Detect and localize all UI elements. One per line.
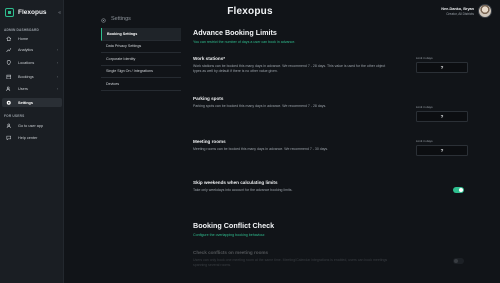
chevron-right-icon: › xyxy=(56,60,58,65)
settings-submenu: Booking Settings Data Privacy Settings C… xyxy=(101,28,181,91)
section-label-admin: ADMIN DASHBOARD xyxy=(4,28,40,32)
setting-work-stations: Work stations* Work stations can be book… xyxy=(193,56,468,73)
chevron-right-icon: › xyxy=(56,47,58,52)
main-content: Advance Booking Limits You can restrict … xyxy=(193,28,468,267)
submenu-booking-settings[interactable]: Booking Settings xyxy=(101,28,181,41)
analytics-icon xyxy=(6,47,12,53)
avatar[interactable] xyxy=(478,4,492,18)
setting-title: Check conflicts on meeting rooms xyxy=(193,250,269,255)
sidebar-item-label: Help center xyxy=(18,135,38,140)
advance-section-title: Advance Booking Limits xyxy=(193,28,277,37)
setting-description: Parking spots can be booked this many da… xyxy=(193,104,327,108)
submenu-sso-integrations[interactable]: Single Sign On / Integrations xyxy=(101,66,181,78)
limit-label: Limit in days xyxy=(416,139,433,143)
breadcrumb-label: Settings xyxy=(111,16,131,22)
conflict-section-title: Booking Conflict Check xyxy=(193,221,275,230)
user-menu[interactable]: Nee-Danko, Bryan Creator, All Districts xyxy=(441,4,492,18)
flexopus-logo-icon xyxy=(5,8,14,17)
user-info: Nee-Danko, Bryan Creator, All Districts xyxy=(441,7,474,16)
skip-weekends-toggle[interactable] xyxy=(453,187,464,193)
submenu-data-privacy[interactable]: Data Privacy Settings xyxy=(101,41,181,53)
sidebar-item-label: Home xyxy=(18,36,29,41)
parking-spots-limit-input[interactable]: ? xyxy=(416,111,468,122)
setting-title: Parking spots xyxy=(193,96,224,101)
user-name: Nee-Danko, Bryan xyxy=(441,6,474,11)
collapse-sidebar-icon[interactable]: « xyxy=(58,10,61,16)
user-role: Creator, All Districts xyxy=(446,11,474,16)
location-icon xyxy=(6,59,12,66)
conflict-section: Booking Conflict Check Configure the ove… xyxy=(193,221,468,237)
gear-icon xyxy=(101,10,106,28)
chevron-right-icon: › xyxy=(56,74,58,79)
work-stations-limit-input[interactable]: ? xyxy=(416,62,468,73)
sidebar-item-bookings[interactable]: Bookings › xyxy=(2,72,62,81)
limit-label: Limit in days xyxy=(416,56,433,60)
limit-group: Limit in days ? xyxy=(416,56,468,73)
setting-description: Work stations can be booked this many da… xyxy=(193,64,386,73)
limit-group: Limit in days ? xyxy=(416,139,468,156)
brand[interactable]: Flexopus « xyxy=(5,8,61,17)
breadcrumb: Settings xyxy=(101,10,131,28)
calendar-icon xyxy=(6,74,12,80)
sidebar-item-settings[interactable]: Settings xyxy=(2,98,62,107)
submenu-devices[interactable]: Devices xyxy=(101,78,181,91)
sidebar-item-label: Users xyxy=(18,86,28,91)
sidebar-item-label: Settings xyxy=(18,100,33,105)
meeting-rooms-limit-input[interactable]: ? xyxy=(416,145,468,156)
app-title: Flexopus xyxy=(227,6,273,17)
setting-description: Take only weekdays into account for the … xyxy=(193,188,293,192)
sidebar-item-label: Go to user app xyxy=(18,123,44,128)
submenu-corporate-identity[interactable]: Corporate Identity xyxy=(101,53,181,66)
meeting-conflicts-toggle[interactable] xyxy=(453,258,464,264)
limit-group: Limit in days ? xyxy=(416,105,468,122)
setting-title: Skip weekends when calculating limits xyxy=(193,180,278,185)
setting-meeting-rooms: Meeting rooms Meeting rooms can be booke… xyxy=(193,139,468,156)
sidebar-item-user-app[interactable]: Go to user app xyxy=(2,121,62,130)
user-icon xyxy=(6,123,12,129)
users-icon xyxy=(6,86,12,92)
sidebar-item-label: Locations xyxy=(18,60,35,65)
brand-name: Flexopus xyxy=(18,9,47,16)
section-label-users: FOR USERS xyxy=(4,114,25,118)
sidebar-item-users[interactable]: Users › xyxy=(2,84,62,93)
setting-meeting-conflicts: Check conflicts on meeting rooms Users c… xyxy=(193,250,468,267)
setting-description: Meeting rooms can be booked this many da… xyxy=(193,147,329,151)
gear-icon xyxy=(6,100,12,106)
sidebar-item-help-center[interactable]: Help center xyxy=(2,133,62,142)
setting-skip-weekends: Skip weekends when calculating limits Ta… xyxy=(193,180,468,193)
advance-section-subtitle: You can restrict the number of days a us… xyxy=(193,40,296,44)
sidebar: Flexopus « ADMIN DASHBOARD Home Analytic… xyxy=(0,0,64,283)
setting-parking-spots: Parking spots Parking spots can be booke… xyxy=(193,96,468,122)
sidebar-item-locations[interactable]: Locations › xyxy=(2,58,62,67)
toggle-knob xyxy=(453,258,458,263)
conflict-section-subtitle: Configure the overlapping booking behavi… xyxy=(193,233,266,237)
toggle-knob xyxy=(459,187,464,192)
setting-description: Users can only book one meeting room at … xyxy=(193,258,388,267)
sidebar-item-analytics[interactable]: Analytics › xyxy=(2,45,62,54)
chevron-right-icon: › xyxy=(56,86,58,91)
sidebar-item-label: Bookings xyxy=(18,74,34,79)
help-icon xyxy=(6,135,12,141)
home-icon xyxy=(6,36,12,42)
sidebar-item-home[interactable]: Home xyxy=(2,34,62,43)
sidebar-item-label: Analytics xyxy=(18,47,34,52)
limit-label: Limit in days xyxy=(416,105,433,109)
